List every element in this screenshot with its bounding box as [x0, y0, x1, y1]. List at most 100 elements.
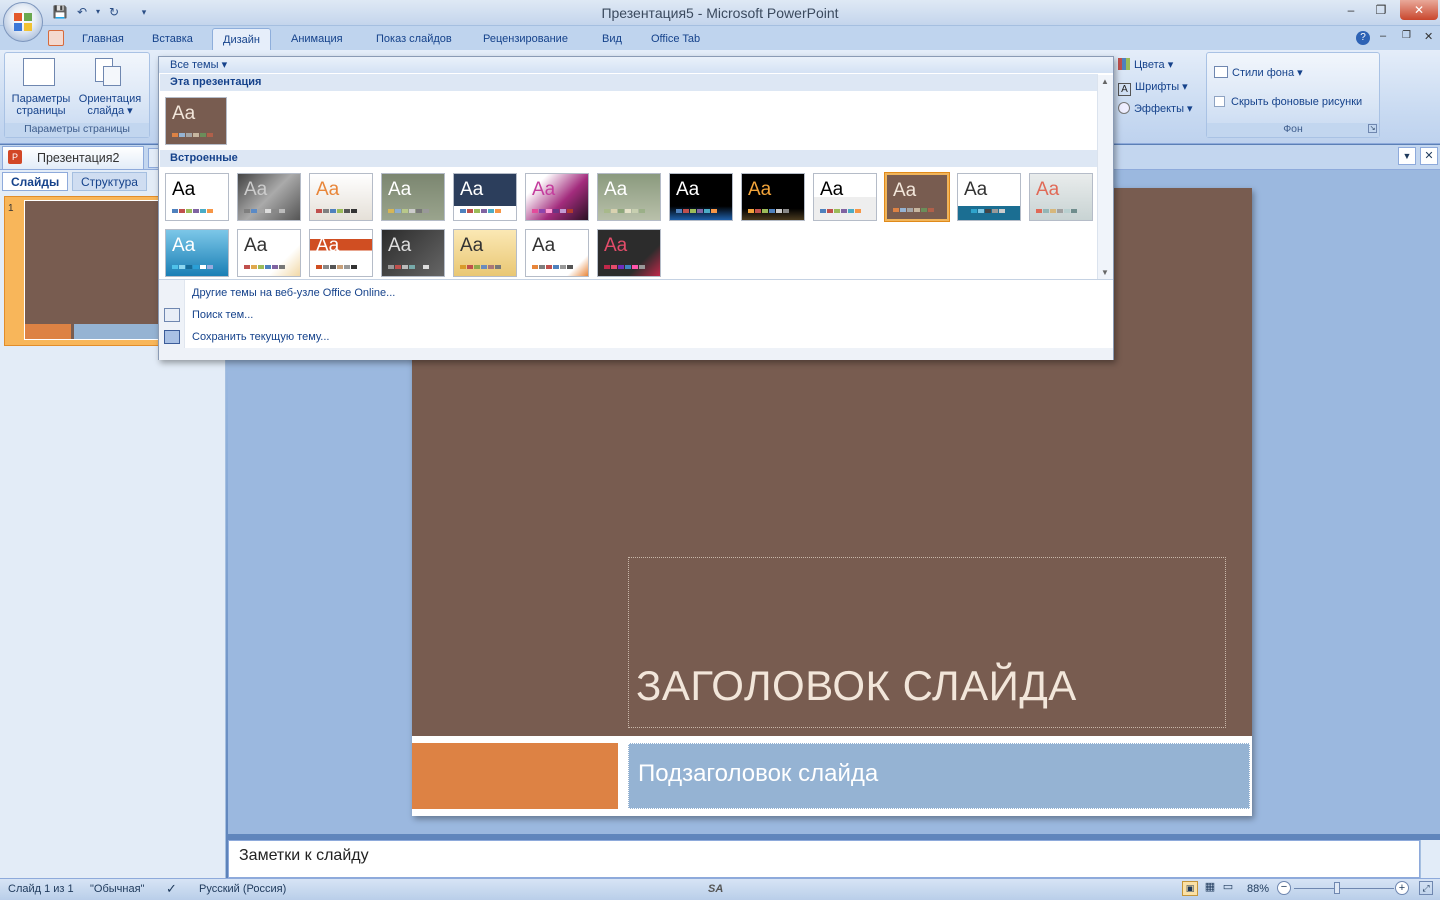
slide-sorter-icon[interactable]: ▦	[1202, 881, 1218, 896]
theme-builtin[interactable]: Aa	[165, 229, 229, 277]
effects-icon	[1118, 102, 1130, 114]
theme-builtin[interactable]: Aa	[525, 173, 589, 221]
notes-pane[interactable]: Заметки к слайду	[228, 840, 1420, 878]
tab-animation[interactable]: Анимация	[281, 28, 353, 50]
theme-glyph: Aa	[820, 179, 844, 200]
theme-builtin[interactable]: Aa	[309, 229, 373, 277]
document-tab[interactable]: Презентация2	[2, 146, 144, 169]
theme-builtin[interactable]: Aa	[453, 229, 517, 277]
theme-builtin[interactable]: Aa	[381, 229, 445, 277]
tab-review[interactable]: Рецензирование	[473, 28, 578, 50]
theme-current[interactable]: Aa	[165, 97, 227, 145]
theme-builtin[interactable]: Aa	[813, 173, 877, 221]
tab-view[interactable]: Вид	[592, 28, 632, 50]
theme-glyph: Aa	[893, 180, 917, 201]
tab-home[interactable]: Главная	[72, 28, 134, 50]
page-setup-icon[interactable]	[23, 58, 55, 86]
zoom-slider-thumb[interactable]	[1334, 882, 1340, 894]
status-language[interactable]: Русский (Россия)	[199, 881, 286, 897]
tab-design[interactable]: Дизайн	[212, 28, 271, 50]
theme-color-bars	[532, 209, 573, 213]
tab-insert[interactable]: Вставка	[142, 28, 203, 50]
theme-color-bars	[604, 209, 645, 213]
theme-builtin[interactable]: Aa	[525, 229, 589, 277]
theme-builtin[interactable]: Aa	[309, 173, 373, 221]
theme-builtin[interactable]: Aa	[957, 173, 1021, 221]
notes-scrollbar[interactable]	[1420, 840, 1440, 878]
theme-builtin[interactable]: Aa	[381, 173, 445, 221]
scroll-up-icon[interactable]: ▲	[1101, 77, 1109, 86]
group-label: Фон	[1207, 123, 1379, 137]
theme-builtin[interactable]: Aa	[1029, 173, 1093, 221]
gallery-resize-bar[interactable]	[159, 348, 1113, 360]
status-slide-count: Слайд 1 из 1	[8, 883, 74, 895]
tab-list-dropdown-icon[interactable]: ▼	[1398, 147, 1416, 165]
checkbox-icon[interactable]	[1214, 96, 1225, 107]
all-themes-filter[interactable]: Все темы ▾	[159, 57, 1113, 73]
hide-background-checkbox[interactable]: Скрыть фоновые рисунки	[1214, 92, 1362, 112]
theme-builtin[interactable]: Aa	[237, 229, 301, 277]
scroll-down-icon[interactable]: ▼	[1101, 268, 1109, 277]
theme-color-bars	[820, 209, 861, 213]
page-setup-button[interactable]: Параметры страницы	[8, 93, 74, 117]
theme-color-bars	[388, 209, 429, 213]
slide-subtitle[interactable]: Подзаголовок слайда	[638, 760, 878, 788]
slide-orange-block	[412, 743, 618, 809]
theme-glyph: Aa	[748, 179, 772, 200]
theme-glyph: Aa	[316, 179, 340, 200]
theme-color-bars	[388, 265, 429, 269]
theme-effects-button[interactable]: Эффекты ▾	[1118, 99, 1193, 119]
theme-builtin[interactable]: Aa	[165, 173, 229, 221]
slideshow-view-icon[interactable]: ▭	[1220, 881, 1236, 896]
help-icon[interactable]: ?	[1356, 31, 1370, 45]
zoom-in-icon[interactable]: +	[1395, 881, 1409, 895]
theme-builtin[interactable]: Aa	[741, 173, 805, 221]
tab-office-tab[interactable]: Office Tab	[641, 28, 710, 50]
office-button[interactable]	[3, 2, 43, 42]
browse-themes[interactable]: Поиск тем...	[192, 305, 253, 325]
background-styles-button[interactable]: Стили фона ▾	[1214, 63, 1303, 83]
slide-thumbnail[interactable]	[24, 200, 164, 340]
theme-builtin[interactable]: Aa	[885, 173, 949, 221]
theme-color-bars	[893, 208, 934, 212]
theme-builtin[interactable]: Aa	[453, 173, 517, 221]
zoom-slider[interactable]	[1294, 888, 1394, 889]
normal-view-icon[interactable]: ▣	[1182, 881, 1198, 896]
theme-fonts-button[interactable]: A Шрифты ▾	[1118, 77, 1188, 97]
minimize-icon[interactable]: –	[1336, 0, 1366, 20]
ribbon-restore-icon[interactable]: ❐	[1402, 30, 1411, 41]
theme-builtin[interactable]: Aa	[669, 173, 733, 221]
browse-themes-icon	[164, 308, 180, 322]
theme-color-bars	[244, 265, 285, 269]
theme-builtin[interactable]: Aa	[597, 229, 661, 277]
more-themes-online[interactable]: Другие темы на веб-узле Office Online...	[192, 283, 395, 303]
theme-color-bars	[748, 209, 789, 213]
dialog-launcher-icon[interactable]: ↘	[1368, 124, 1377, 133]
tab-slideshow[interactable]: Показ слайдов	[366, 28, 462, 50]
themes-gallery-dropdown: Все темы ▾ Эта презентация Встроенные ▲ …	[158, 56, 1114, 360]
theme-builtin[interactable]: Aa	[597, 173, 661, 221]
zoom-level[interactable]: 88%	[1247, 881, 1269, 897]
close-window-icon[interactable]: ✕	[1400, 0, 1438, 20]
restore-icon[interactable]: ❐	[1366, 0, 1396, 20]
gallery-scrollbar[interactable]: ▲ ▼	[1097, 75, 1113, 279]
orientation-icon[interactable]	[95, 58, 123, 88]
fit-to-window-icon[interactable]: ⤢	[1419, 881, 1433, 895]
slide-title[interactable]: ЗАГОЛОВОК СЛАЙДА	[636, 662, 1077, 710]
zoom-out-icon[interactable]: −	[1277, 881, 1291, 895]
tab-slides[interactable]: Слайды	[2, 172, 69, 191]
tab-outline[interactable]: Структура	[72, 172, 147, 191]
close-document-icon[interactable]: ✕	[1420, 147, 1438, 165]
spellcheck-icon[interactable]: ✓	[166, 881, 177, 897]
theme-builtin[interactable]: Aa	[237, 173, 301, 221]
theme-colors-button[interactable]: Цвета ▾	[1118, 55, 1173, 75]
theme-glyph: Aa	[532, 179, 556, 200]
document-tab-label: Презентация2	[37, 151, 120, 165]
ribbon-minimize-icon[interactable]: –	[1380, 30, 1386, 42]
save-current-theme[interactable]: Сохранить текущую тему...	[192, 327, 329, 347]
theme-glyph: Aa	[460, 179, 484, 200]
orientation-button[interactable]: Ориентация слайда ▾	[75, 93, 145, 117]
save-theme-icon	[164, 330, 180, 344]
effects-label: Эффекты ▾	[1134, 103, 1193, 115]
ribbon-close-icon[interactable]: ✕	[1424, 30, 1433, 43]
